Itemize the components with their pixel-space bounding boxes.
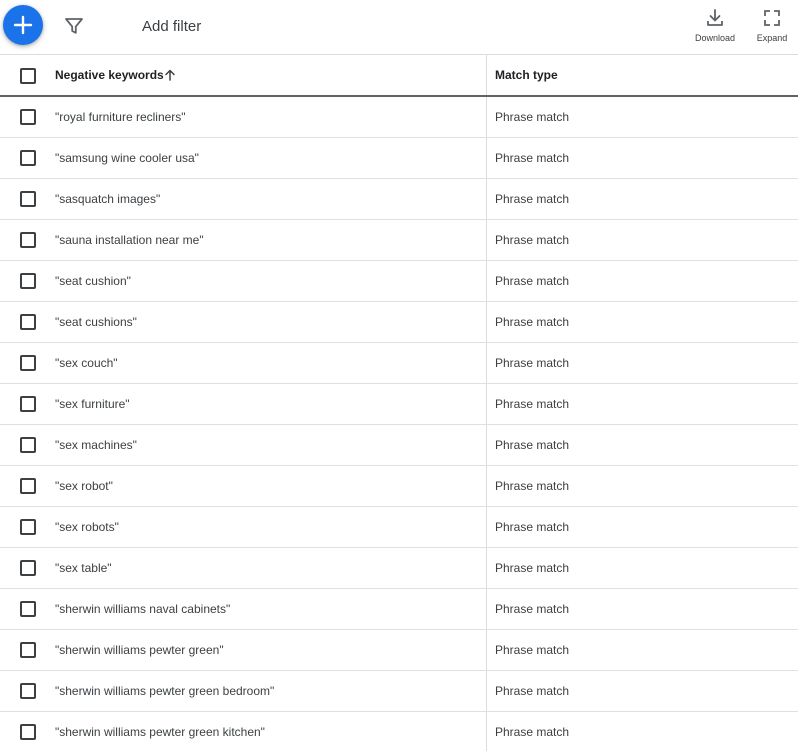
keyword-cell: "samsung wine cooler usa" [55,151,199,165]
match-type-cell: Phrase match [495,643,570,657]
row-checkbox[interactable] [20,314,36,330]
match-type-cell: Phrase match [495,561,570,575]
row-checkbox[interactable] [20,150,36,166]
table-row[interactable]: "sherwin williams pewter green bedroom" … [0,671,798,712]
keyword-cell: "sex couch" [55,356,118,370]
table-row[interactable]: "sherwin williams pewter green" Phrase m… [0,630,798,671]
row-checkbox[interactable] [20,437,36,453]
table-row[interactable]: "sex machines" Phrase match [0,425,798,466]
table-row[interactable]: "sasquatch images" Phrase match [0,179,798,220]
expand-icon [764,10,780,26]
match-type-cell: Phrase match [495,479,570,493]
keyword-cell: "sherwin williams naval cabinets" [55,602,231,616]
download-label: Download [694,33,736,43]
match-type-cell: Phrase match [495,274,570,288]
match-type-cell: Phrase match [495,356,570,370]
arrow-up-icon[interactable] [164,69,176,81]
column-header-negative-keywords[interactable]: Negative keywords [55,68,164,82]
row-checkbox[interactable] [20,683,36,699]
row-checkbox[interactable] [20,478,36,494]
row-checkbox[interactable] [20,601,36,617]
keyword-cell: "sex machines" [55,438,137,452]
filter-icon[interactable] [63,15,85,37]
table-row[interactable]: "royal furniture recliners" Phrase match [0,97,798,138]
table-row[interactable]: "sherwin williams naval cabinets" Phrase… [0,589,798,630]
row-checkbox[interactable] [20,355,36,371]
table-row[interactable]: "sex table" Phrase match [0,548,798,589]
table-row[interactable]: "sex robot" Phrase match [0,466,798,507]
row-checkbox[interactable] [20,273,36,289]
match-type-cell: Phrase match [495,397,570,411]
plus-icon [13,15,33,35]
expand-label: Expand [756,33,788,43]
match-type-cell: Phrase match [495,233,570,247]
download-button[interactable]: Download [690,8,740,43]
keyword-cell: "royal furniture recliners" [55,110,186,124]
match-type-cell: Phrase match [495,192,570,206]
keyword-cell: "seat cushions" [55,315,137,329]
match-type-cell: Phrase match [495,110,570,124]
keyword-cell: "sex robots" [55,520,119,534]
row-checkbox[interactable] [20,109,36,125]
row-checkbox[interactable] [20,191,36,207]
keyword-cell: "sex furniture" [55,397,130,411]
column-header-match-type[interactable]: Match type [495,68,558,82]
table-row[interactable]: "seat cushions" Phrase match [0,302,798,343]
row-checkbox[interactable] [20,232,36,248]
match-type-cell: Phrase match [495,438,570,452]
keyword-cell: "sasquatch images" [55,192,161,206]
keyword-cell: "sex robot" [55,479,113,493]
keyword-cell: "sauna installation near me" [55,233,204,247]
keyword-cell: "sherwin williams pewter green" [55,643,224,657]
keyword-cell: "seat cushion" [55,274,131,288]
table-toolbar: Add filter Download Expand [0,0,798,55]
expand-button[interactable]: Expand [747,8,797,43]
add-filter-button[interactable]: Add filter [142,18,201,35]
table-row[interactable]: "samsung wine cooler usa" Phrase match [0,138,798,179]
add-keyword-button[interactable] [3,5,43,45]
row-checkbox[interactable] [20,724,36,740]
keyword-cell: "sherwin williams pewter green kitchen" [55,725,265,739]
download-icon [707,9,723,26]
select-all-checkbox[interactable] [20,68,36,84]
match-type-cell: Phrase match [495,315,570,329]
row-checkbox[interactable] [20,560,36,576]
row-checkbox[interactable] [20,642,36,658]
table-row[interactable]: "sex robots" Phrase match [0,507,798,548]
table-row[interactable]: "sex furniture" Phrase match [0,384,798,425]
keyword-cell: "sherwin williams pewter green bedroom" [55,684,275,698]
table-row[interactable]: "sauna installation near me" Phrase matc… [0,220,798,261]
match-type-cell: Phrase match [495,725,570,739]
row-checkbox[interactable] [20,519,36,535]
table-header: Negative keywords Match type [0,55,798,97]
table-row[interactable]: "sherwin williams pewter green kitchen" … [0,712,798,752]
negative-keywords-table: Negative keywords Match type "royal furn… [0,55,798,752]
match-type-cell: Phrase match [495,684,570,698]
keyword-cell: "sex table" [55,561,112,575]
table-row[interactable]: "seat cushion" Phrase match [0,261,798,302]
match-type-cell: Phrase match [495,602,570,616]
match-type-cell: Phrase match [495,520,570,534]
table-row[interactable]: "sex couch" Phrase match [0,343,798,384]
row-checkbox[interactable] [20,396,36,412]
match-type-cell: Phrase match [495,151,570,165]
